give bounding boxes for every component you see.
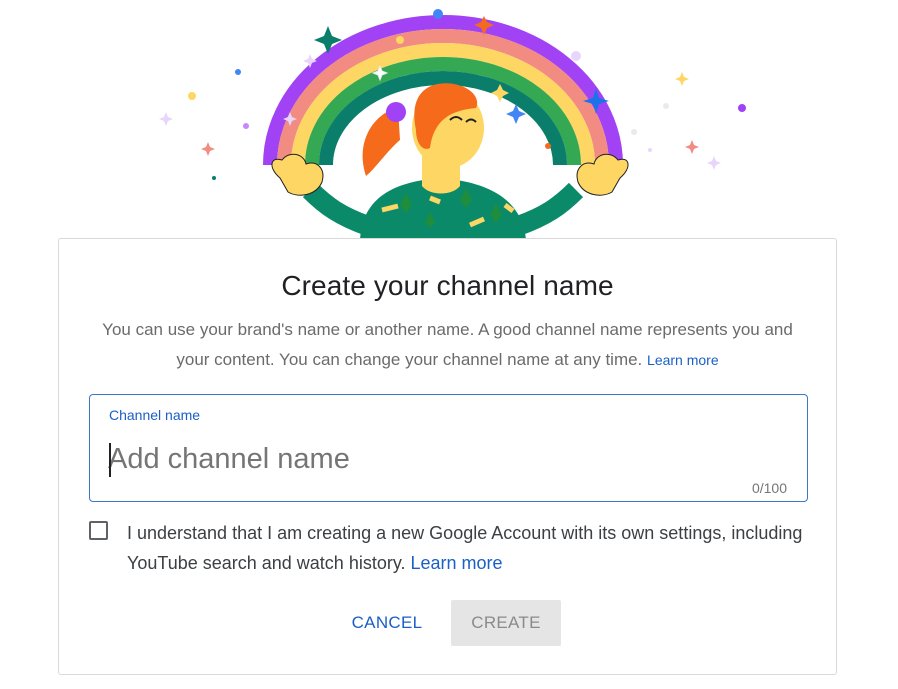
channel-name-field[interactable]: Channel name 0/100 [89, 394, 808, 502]
channel-name-label: Channel name [109, 407, 201, 423]
channel-name-input[interactable] [108, 439, 768, 479]
create-button[interactable]: CREATE [451, 600, 561, 646]
text-caret [109, 443, 111, 477]
description-learn-more-link[interactable]: Learn more [647, 352, 719, 368]
create-channel-dialog: Create your channel name You can use you… [58, 238, 837, 675]
dialog-description: You can use your brand's name or another… [89, 315, 806, 375]
dialog-title: Create your channel name [281, 270, 614, 301]
consent-learn-more-link[interactable]: Learn more [411, 553, 503, 573]
consent-checkbox[interactable] [89, 521, 108, 540]
rainbow-person-illustration [159, 9, 746, 240]
cancel-button[interactable]: CANCEL [339, 600, 435, 646]
consent-text-block: I understand that I am creating a new Go… [127, 518, 807, 578]
character-counter: 0/100 [751, 480, 787, 496]
channel-illustration [130, 0, 770, 240]
